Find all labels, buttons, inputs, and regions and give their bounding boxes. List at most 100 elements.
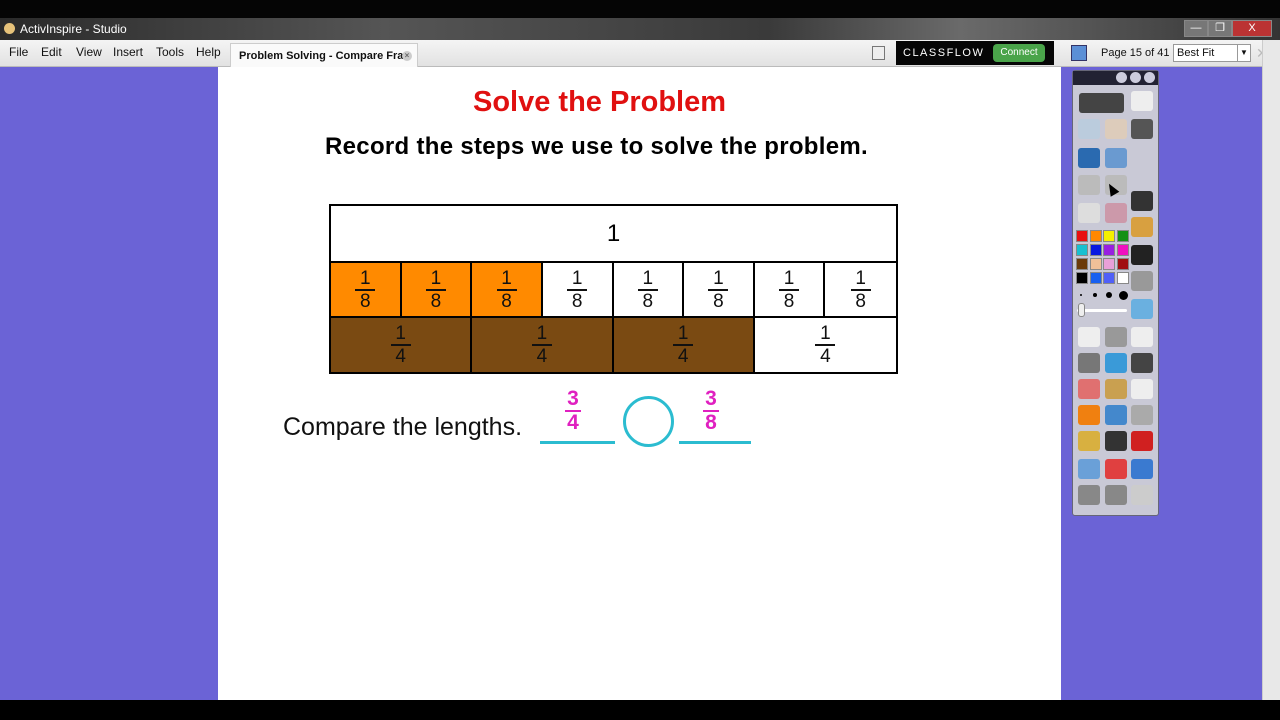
whole-bar: 1: [331, 206, 896, 263]
toolbox-page-icon[interactable]: [1116, 72, 1127, 83]
magic-ink-icon[interactable]: [1105, 327, 1127, 347]
activinspire-app-icon: [4, 23, 15, 34]
color-swatch[interactable]: [1116, 244, 1129, 256]
fraction: 18: [567, 269, 588, 311]
annotate-desktop-icon[interactable]: [1078, 148, 1100, 168]
sticky-note-icon[interactable]: [1131, 217, 1153, 237]
fraction: 18: [850, 269, 871, 311]
color-swatch[interactable]: [1076, 244, 1088, 256]
tab-label: Problem Solving - Compare Fra: [239, 50, 404, 62]
clear-icon[interactable]: [1078, 459, 1100, 479]
color-swatch[interactable]: [1116, 272, 1129, 284]
page-navigator-icon[interactable]: [1071, 45, 1087, 61]
comparison-circle[interactable]: [623, 396, 674, 447]
menu-help[interactable]: Help: [196, 45, 221, 59]
color-swatch[interactable]: [1103, 272, 1115, 284]
color-swatch[interactable]: [1089, 272, 1102, 284]
menu-edit[interactable]: Edit: [41, 45, 62, 59]
save-icon[interactable]: [1131, 191, 1153, 211]
color-swatch[interactable]: [1076, 272, 1088, 284]
eighth-cell: 18: [754, 263, 826, 316]
send-to-icon[interactable]: [1131, 459, 1153, 479]
color-swatch[interactable]: [1076, 230, 1088, 242]
zoom-select[interactable]: Best Fit ▼: [1173, 44, 1251, 62]
eighth-cell: 18: [472, 263, 543, 316]
numerator: 1: [713, 267, 724, 289]
connect-button[interactable]: Connect: [993, 44, 1045, 62]
maths-tools-icon[interactable]: [1131, 245, 1153, 265]
denominator: 4: [395, 346, 406, 367]
pen-icon[interactable]: [1078, 353, 1100, 373]
color-swatch[interactable]: [1089, 244, 1102, 256]
color-swatch[interactable]: [1116, 258, 1129, 270]
desktop-tools-icon[interactable]: [1105, 148, 1127, 168]
insert-icon[interactable]: [1131, 299, 1153, 319]
flipchart-page[interactable]: Solve the Problem Record the steps we us…: [218, 67, 1061, 700]
save-as-icon[interactable]: [1131, 353, 1153, 373]
duplicate-icon[interactable]: [1131, 327, 1153, 347]
maximize-button[interactable]: ❐: [1208, 20, 1232, 37]
undo-icon[interactable]: [1078, 485, 1100, 505]
denominator: 8: [501, 290, 512, 312]
minimize-button[interactable]: —: [1184, 20, 1208, 37]
flipchart-browser-icon[interactable]: [1078, 119, 1100, 139]
play-icon[interactable]: [1078, 203, 1100, 223]
camera-icon[interactable]: [1131, 271, 1153, 291]
screen-shade-icon[interactable]: [1131, 405, 1153, 425]
pen-width-dot[interactable]: [1118, 290, 1128, 300]
pen-width-dot[interactable]: [1080, 294, 1082, 296]
menu-file[interactable]: File: [9, 45, 28, 59]
page-browser-icon[interactable]: [872, 46, 885, 60]
resource-browser-icon[interactable]: [1105, 119, 1127, 139]
fraction: 14: [390, 324, 411, 367]
fraction: 18: [637, 269, 658, 311]
tab-close-icon[interactable]: ×: [402, 51, 412, 61]
fill-icon[interactable]: [1105, 379, 1127, 399]
page-title: Solve the Problem: [472, 86, 726, 118]
pen-width-dot[interactable]: [1106, 292, 1112, 298]
share-icon[interactable]: [1079, 93, 1124, 113]
user-defined-icon[interactable]: [1131, 119, 1153, 139]
pen-width-dot[interactable]: [1093, 293, 1097, 297]
left-denominator: 4: [567, 411, 579, 434]
color-swatch[interactable]: [1089, 258, 1102, 270]
redo-icon[interactable]: [1105, 485, 1127, 505]
copy-page-icon[interactable]: [1131, 379, 1153, 399]
chevron-down-icon[interactable]: ▼: [1237, 45, 1250, 61]
fourths-bar: 14141414: [331, 318, 896, 372]
eighth-cell: 18: [401, 263, 473, 316]
eighths-bar: 1818181818181818: [331, 263, 896, 318]
clip-art-icon[interactable]: [1078, 431, 1100, 451]
shape-icon[interactable]: [1078, 405, 1100, 425]
color-swatch[interactable]: [1103, 230, 1115, 242]
highlighter-icon[interactable]: [1105, 353, 1127, 373]
left-answer-line: [540, 441, 615, 444]
tab-flipchart[interactable]: Problem Solving - Compare Fra ×: [230, 43, 418, 67]
color-swatch[interactable]: [1103, 244, 1115, 256]
reset-page-icon[interactable]: [1105, 459, 1127, 479]
fraction: 18: [708, 267, 729, 311]
menu-tools[interactable]: Tools: [156, 45, 184, 59]
text-icon[interactable]: [1105, 431, 1127, 451]
page-extender-icon[interactable]: [1105, 203, 1127, 223]
color-swatch[interactable]: [1089, 230, 1102, 242]
close-button[interactable]: X: [1232, 20, 1272, 37]
menu-view[interactable]: View: [76, 45, 102, 59]
color-swatch[interactable]: [1103, 258, 1115, 270]
eraser-icon[interactable]: [1078, 379, 1100, 399]
fourth-cell: 14: [754, 318, 896, 372]
toolbox-settings-icon[interactable]: [1144, 72, 1155, 83]
right-denominator: 8: [705, 411, 717, 434]
clipboard-icon[interactable]: [1131, 485, 1153, 505]
pen-width-slider-handle[interactable]: [1078, 303, 1085, 317]
toolbox-collapse-icon[interactable]: [1130, 72, 1141, 83]
vertical-scrollbar[interactable]: [1262, 40, 1280, 700]
page-thumbnail-icon[interactable]: [1131, 91, 1153, 111]
select-icon[interactable]: [1078, 327, 1100, 347]
connector-icon[interactable]: [1105, 405, 1127, 425]
previous-page-icon[interactable]: [1078, 175, 1100, 195]
delete-icon[interactable]: [1131, 431, 1153, 451]
color-swatch[interactable]: [1116, 230, 1129, 242]
menu-insert[interactable]: Insert: [113, 45, 143, 59]
color-swatch[interactable]: [1076, 258, 1088, 270]
